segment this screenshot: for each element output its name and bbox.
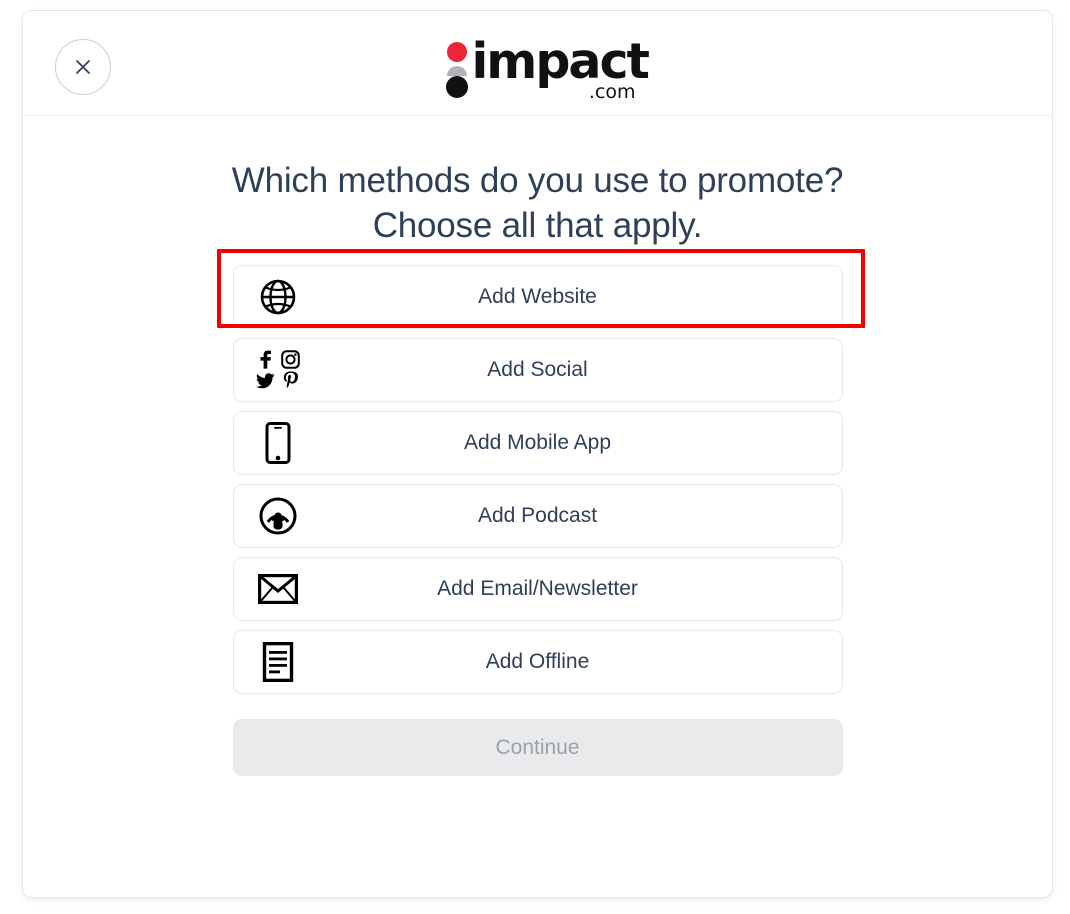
- promotion-methods-list: Add Website Add Social Add Mobile App Ad…: [232, 265, 843, 694]
- mobile-phone-icon: [256, 421, 300, 465]
- option-add-mobile-app[interactable]: Add Mobile App: [232, 411, 843, 475]
- option-label: Add Podcast: [477, 504, 598, 527]
- twitter-icon: [255, 372, 275, 388]
- social-icons-grid: [255, 348, 300, 392]
- impact-logo: impact .com: [23, 36, 1052, 103]
- instagram-icon: [280, 350, 300, 369]
- modal-header: impact .com: [23, 11, 1052, 116]
- globe-icon: [256, 275, 300, 319]
- logo-suffix: .com: [588, 81, 636, 103]
- document-icon: [256, 640, 300, 684]
- option-add-podcast[interactable]: Add Podcast: [232, 484, 843, 548]
- continue-button[interactable]: Continue: [232, 719, 843, 776]
- option-label: Add Email/Newsletter: [437, 577, 638, 600]
- pinterest-icon: [283, 371, 298, 388]
- screen-root: impact .com Which methods do you use to …: [0, 0, 1070, 914]
- option-label: Add Social: [487, 358, 588, 381]
- page-title: Which methods do you use to promote? Cho…: [231, 161, 844, 245]
- facebook-icon: [259, 350, 271, 369]
- onboarding-modal-card: impact .com Which methods do you use to …: [22, 10, 1053, 898]
- modal-body: Which methods do you use to promote? Cho…: [23, 116, 1052, 776]
- envelope-icon: [256, 567, 300, 611]
- option-add-offline[interactable]: Add Offline: [232, 630, 843, 694]
- option-label: Add Website: [478, 285, 597, 308]
- option-add-email-newsletter[interactable]: Add Email/Newsletter: [232, 557, 843, 621]
- logo-dots-icon: [444, 41, 470, 101]
- option-add-website[interactable]: Add Website: [232, 265, 843, 329]
- option-label: Add Mobile App: [463, 431, 612, 454]
- option-add-social[interactable]: Add Social: [232, 338, 843, 402]
- option-label: Add Offline: [485, 650, 590, 673]
- podcast-icon: [256, 494, 300, 538]
